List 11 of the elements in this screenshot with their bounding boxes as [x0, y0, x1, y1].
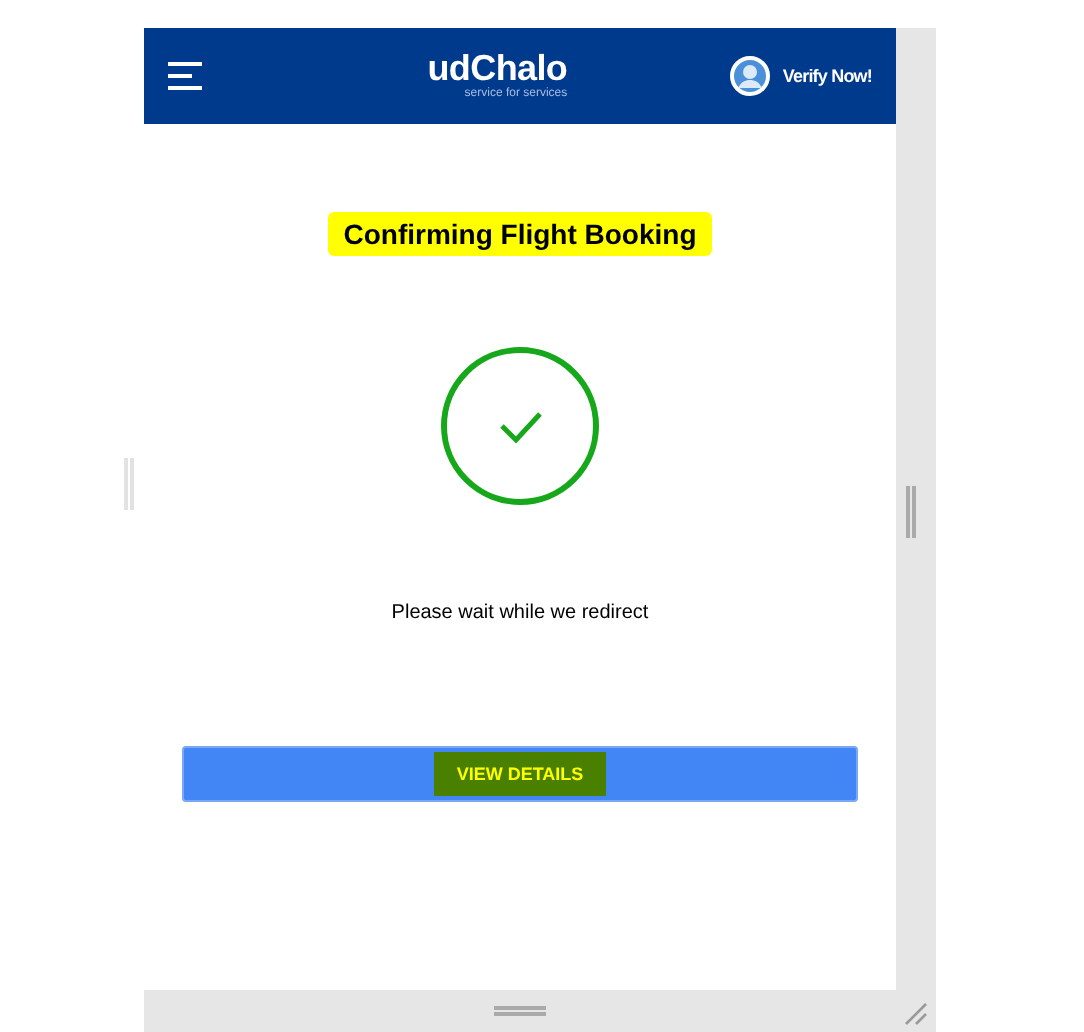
page-title: Confirming Flight Booking: [327, 212, 713, 256]
view-details-button[interactable]: VIEW DETAILS: [182, 746, 858, 802]
redirect-message: Please wait while we redirect: [391, 602, 649, 624]
avatar-icon[interactable]: [730, 56, 771, 96]
resize-grip[interactable]: [906, 486, 916, 538]
resize-corner-icon[interactable]: [904, 1002, 928, 1026]
menu-icon[interactable]: [168, 62, 204, 90]
resize-grip[interactable]: [494, 1006, 546, 1016]
checkmark-icon: [440, 346, 600, 506]
verify-link[interactable]: Verify Now!: [782, 66, 872, 86]
logo-text: udChalo: [427, 50, 568, 88]
